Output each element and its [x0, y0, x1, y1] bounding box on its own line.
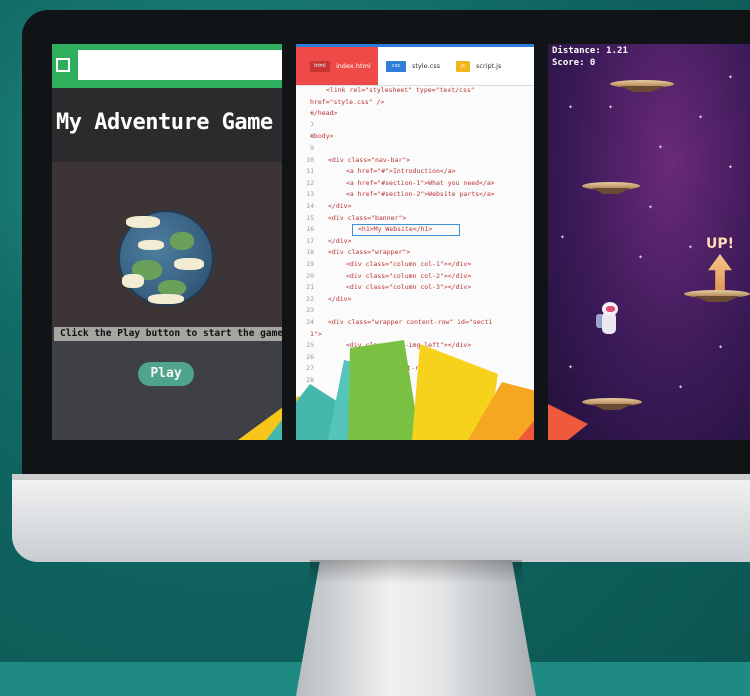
line-number: 28 — [306, 376, 314, 384]
stand-shadow — [310, 560, 522, 584]
star-icon: ✦ — [718, 344, 724, 351]
monitor-screen: My Adventure Game Click the Play button … — [48, 44, 750, 440]
line-number: 22 — [306, 294, 314, 303]
line-number: 26 — [306, 352, 314, 361]
line-number: 24 — [306, 318, 314, 326]
instruction-text: Click the Play button to start the game — [60, 328, 282, 339]
editor-tabs: html index.html css style.css js script.… — [296, 47, 534, 86]
tab-script-js[interactable]: js script.js — [456, 47, 526, 85]
line-number: 10 — [306, 155, 314, 164]
code-editor-panel: html index.html css style.css js script.… — [296, 44, 534, 440]
browser-square-icon[interactable] — [56, 58, 70, 72]
line-number: 11 — [306, 167, 314, 176]
star-icon: ✦ — [608, 104, 614, 111]
line-number: 15 — [306, 213, 314, 222]
line-code: </div> — [328, 202, 352, 210]
line-number: 12 — [306, 178, 314, 187]
star-icon: ✦ — [688, 244, 694, 251]
game-lower-area — [52, 341, 282, 440]
star-icon: ✦ — [698, 114, 704, 121]
line-code: href="style.css" /> — [310, 97, 385, 106]
play-button[interactable]: Play — [138, 362, 194, 386]
js-badge: js — [456, 60, 470, 72]
line-code: </div> — [328, 236, 352, 245]
line-number: 13 — [306, 190, 314, 199]
astronaut-visor — [606, 306, 615, 312]
star-icon: ✦ — [658, 144, 664, 151]
line-number: 17 — [306, 236, 314, 245]
line-code: <link rel="stylesheet" type="text/css" — [326, 86, 475, 94]
planet-cloud — [148, 294, 184, 304]
tab-style-css[interactable]: css style.css — [386, 47, 452, 85]
line-code: <body> — [310, 132, 334, 141]
line-number: 27 — [306, 364, 314, 373]
star-icon: ✦ — [568, 364, 574, 371]
line-number: 7 — [310, 120, 314, 129]
line-code: <div class="banner"> — [328, 213, 407, 222]
line-number: 14 — [306, 202, 314, 210]
tab-label: style.css — [412, 62, 440, 70]
star-icon: ✦ — [728, 74, 734, 81]
star-icon: ✦ — [638, 254, 644, 261]
line-number: 29 — [306, 387, 314, 396]
planet-cloud — [174, 258, 204, 270]
tab-label: script.js — [476, 62, 502, 70]
line-number: 9 — [310, 144, 314, 152]
line-code: <a href="#">Introduction</a> — [346, 167, 456, 176]
panel-divider — [282, 44, 296, 440]
tab-label: index.html — [336, 62, 371, 70]
line-code: <div class="nav-bar"> — [328, 155, 411, 164]
line-code: <div class="column col-3"></div> — [346, 283, 472, 292]
html-badge: html — [310, 60, 330, 72]
tab-index-html[interactable]: html index.html — [296, 47, 378, 85]
line-code: <a href="#section-1">What you need</a> — [346, 178, 495, 187]
planet-image — [118, 210, 214, 306]
line-code: </head> — [310, 109, 338, 118]
star-icon: ✦ — [560, 234, 566, 241]
space-jump-game-panel: Distance: 1.21 Score: 0 UP! ✦ ✦ ✦ ✦ ✦ ✦ ✦ ✦ ✦ ✦ ✦ ✦… — [548, 44, 750, 440]
line-number: 18 — [306, 248, 314, 257]
line-code: <div class="wrapper"> — [328, 248, 411, 257]
line-number: 25 — [306, 341, 314, 350]
star-icon: ✦ — [728, 164, 734, 171]
planet-cloud — [126, 216, 160, 228]
platform-rock — [592, 188, 630, 194]
panel-divider — [48, 44, 52, 440]
star-icon: ✦ — [648, 204, 654, 211]
line-code: ss="col-text-right"></div> — [364, 364, 466, 373]
line-code: </div> — [328, 294, 352, 303]
line-code: <div class="column col-2"></div> — [346, 271, 472, 280]
line-code: <div class="wrapper content-row" id="sec… — [328, 318, 493, 326]
line-number: 19 — [306, 260, 314, 268]
planet-cloud — [122, 274, 144, 288]
line-number: 23 — [306, 306, 314, 315]
selected-line-highlight — [352, 224, 460, 237]
platform-rock — [620, 86, 664, 92]
chin-shadow — [12, 474, 750, 480]
star-icon: ✦ — [568, 104, 574, 111]
line-code: <div class="col-img-left"></div> — [346, 341, 472, 350]
panel-divider — [534, 44, 548, 440]
adventure-game-panel: My Adventure Game Click the Play button … — [52, 44, 282, 440]
line-number: 20 — [306, 271, 314, 280]
css-badge: css — [386, 60, 406, 72]
score-readout: Score: 0 — [552, 58, 596, 68]
monitor-chin — [12, 474, 750, 562]
line-code: 1"> — [310, 329, 322, 338]
line-code: <a href="#section-2">Website parts</a> — [346, 190, 495, 199]
platform-rock — [592, 404, 632, 410]
planet-cloud — [138, 240, 164, 250]
address-bar[interactable] — [78, 50, 282, 80]
up-label: UP! — [706, 236, 735, 252]
planet-land — [170, 232, 194, 250]
line-number: 21 — [306, 283, 314, 292]
line-code: <div class="column col-1"></div> — [346, 260, 472, 268]
distance-readout: Distance: 1.21 — [552, 46, 628, 56]
platform-rock — [694, 296, 740, 302]
up-arrow-icon — [708, 254, 732, 290]
star-icon: ✦ — [678, 384, 684, 391]
game-title: My Adventure Game — [56, 110, 273, 135]
line-number: 16 — [306, 225, 314, 234]
